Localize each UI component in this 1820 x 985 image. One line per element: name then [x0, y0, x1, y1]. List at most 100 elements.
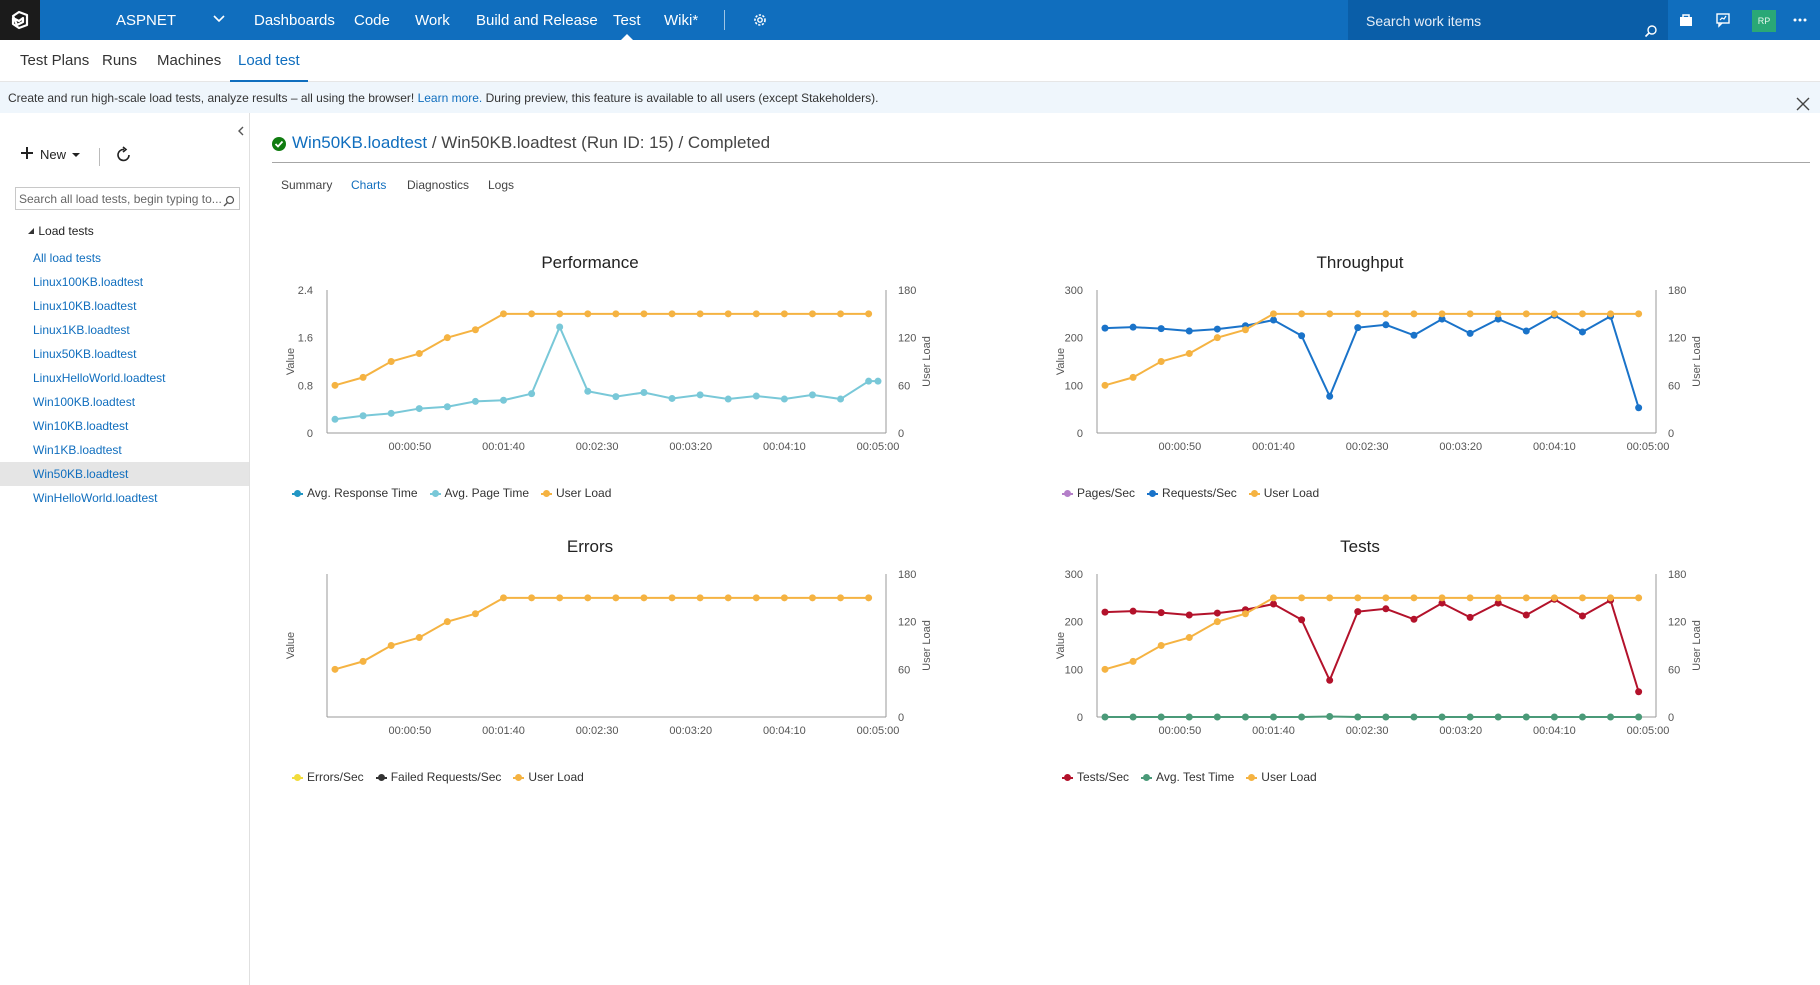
- avg-test-time-point: [1129, 713, 1137, 721]
- avg-page-time-point: [724, 395, 732, 403]
- legend-item-failed-requests-sec[interactable]: Failed Requests/Sec: [375, 770, 501, 784]
- tests-sec-point: [1522, 611, 1530, 619]
- user-load-point: [1101, 381, 1109, 389]
- legend-item-avg-response-time[interactable]: Avg. Response Time: [292, 486, 418, 500]
- tab-logs[interactable]: Logs: [488, 178, 514, 192]
- nav-dashboards[interactable]: Dashboards: [254, 0, 335, 40]
- user-load-point: [1494, 310, 1502, 318]
- legend-item-user-load[interactable]: User Load: [1246, 770, 1317, 784]
- throughput-chart-svg: Throughput 0 100 200 300 0 60 120 180 Value User L…: [1055, 253, 1703, 453]
- x-tick-label: 00:00:50: [1158, 725, 1201, 737]
- plus-icon: [20, 146, 34, 163]
- subnav-runs[interactable]: Runs: [102, 52, 137, 69]
- banner-text-start: Create and run high-scale load tests, an…: [8, 91, 418, 105]
- tree-item[interactable]: Win100KB.loadtest: [0, 390, 249, 414]
- tree-header-load-tests[interactable]: Load tests: [27, 224, 94, 238]
- avg-page-time-point: [668, 394, 676, 402]
- feedback-icon[interactable]: [1715, 12, 1731, 33]
- avg-page-time-point: [500, 396, 508, 404]
- tree-item[interactable]: Win1KB.loadtest: [0, 438, 249, 462]
- avg-page-time-point: [612, 393, 620, 401]
- new-button[interactable]: New: [20, 146, 81, 163]
- tree-item[interactable]: WinHelloWorld.loadtest: [0, 486, 249, 510]
- user-load-point: [584, 310, 592, 318]
- requests-sec-point: [1410, 331, 1418, 339]
- legend-label: User Load: [1263, 486, 1320, 500]
- y2-tick-label: 60: [898, 380, 910, 392]
- tests-sec-point: [1298, 616, 1306, 624]
- x-tick-label: 00:04:10: [763, 441, 806, 453]
- legend-item-user-load[interactable]: User Load: [513, 770, 584, 784]
- project-selector[interactable]: ASPNET: [40, 0, 240, 40]
- main-content: Win50KB.loadtest / Win50KB.loadtest (Run…: [250, 113, 1820, 985]
- tree-item-all-load-tests[interactable]: All load tests: [0, 246, 249, 270]
- legend-item-pages-sec[interactable]: Pages/Sec: [1062, 486, 1135, 500]
- tree-item[interactable]: Linux50KB.loadtest: [0, 342, 249, 366]
- tests-sec-point: [1270, 600, 1278, 608]
- nav-wiki[interactable]: Wiki*: [664, 0, 698, 40]
- legend-item-avg-test-time[interactable]: Avg. Test Time: [1141, 770, 1234, 784]
- search-icon[interactable]: [223, 192, 235, 214]
- tree-item[interactable]: LinuxHelloWorld.loadtest: [0, 366, 249, 390]
- user-load-point: [865, 310, 873, 318]
- y-tick-label: 300: [1065, 285, 1083, 297]
- nav-build-and-release[interactable]: Build and Release: [476, 0, 598, 40]
- user-load-point: [1578, 310, 1586, 318]
- tree-item[interactable]: Linux1KB.loadtest: [0, 318, 249, 342]
- load-test-link[interactable]: Win50KB.loadtest: [292, 133, 427, 153]
- nav-test[interactable]: Test: [613, 0, 641, 40]
- legend-item-tests-sec[interactable]: Tests/Sec: [1062, 770, 1129, 784]
- search-placeholder: Search work items: [1366, 13, 1482, 29]
- user-load-point: [837, 310, 845, 318]
- chart-legend: Errors/Sec Failed Requests/Sec User Load: [292, 770, 584, 784]
- tree-item[interactable]: Linux10KB.loadtest: [0, 294, 249, 318]
- tab-diagnostics[interactable]: Diagnostics: [407, 178, 469, 192]
- search-work-items-input[interactable]: Search work items: [1348, 0, 1668, 40]
- legend-item-user-load[interactable]: User Load: [1248, 486, 1320, 500]
- marketplace-bag-icon[interactable]: [1678, 12, 1694, 33]
- refresh-icon[interactable]: [115, 146, 133, 169]
- x-tick-label: 00:04:10: [1533, 441, 1576, 453]
- avg-page-time-point: [556, 323, 564, 331]
- x-tick-label: 00:01:40: [482, 725, 525, 737]
- tab-charts[interactable]: Charts: [351, 178, 386, 192]
- tree-item[interactable]: Win10KB.loadtest: [0, 414, 249, 438]
- load-tests-search-input[interactable]: Search all load tests, begin typing to..…: [15, 187, 240, 210]
- legend-item-avg-page-time[interactable]: Avg. Page Time: [429, 486, 529, 500]
- x-tick-label: 00:00:50: [388, 725, 431, 737]
- subnav-machines[interactable]: Machines: [157, 52, 221, 69]
- subnav-load-test[interactable]: Load test: [230, 52, 308, 82]
- toolbar-divider: [99, 148, 100, 166]
- nav-work[interactable]: Work: [415, 0, 450, 40]
- tree-item-selected[interactable]: Win50KB.loadtest: [0, 462, 249, 486]
- more-options-icon[interactable]: [1792, 12, 1808, 33]
- avatar[interactable]: RP: [1752, 10, 1776, 32]
- user-load-point: [1213, 334, 1221, 342]
- learn-more-link[interactable]: Learn more.: [418, 91, 483, 105]
- avg-page-time-point: [640, 388, 648, 396]
- y2-tick-label: 180: [1668, 285, 1686, 297]
- y2-tick-label: 0: [898, 428, 904, 440]
- tests-sec-point: [1578, 612, 1586, 620]
- subnav-test-plans[interactable]: Test Plans: [20, 52, 89, 69]
- gear-icon[interactable]: [752, 12, 768, 33]
- legend-item-user-load[interactable]: User Load: [541, 486, 611, 500]
- user-load-point: [1326, 594, 1334, 602]
- nav-code[interactable]: Code: [354, 0, 390, 40]
- tab-summary[interactable]: Summary: [281, 178, 332, 192]
- tests-sec-line: [1104, 598, 1640, 693]
- collapse-panel-icon[interactable]: [236, 123, 246, 141]
- user-load-point: [387, 358, 395, 365]
- tree-item[interactable]: Linux100KB.loadtest: [0, 270, 249, 294]
- x-tick-label: 00:01:40: [1252, 441, 1295, 453]
- azure-devops-logo-icon[interactable]: [0, 0, 40, 40]
- legend-item-requests-sec[interactable]: Requests/Sec: [1147, 486, 1237, 500]
- user-load-point: [612, 594, 620, 602]
- user-load-point: [1270, 594, 1278, 602]
- legend-item-errors-sec[interactable]: Errors/Sec: [292, 770, 364, 784]
- y-axis-title: Value: [1055, 632, 1067, 659]
- y-tick-label: 2.4: [298, 285, 313, 297]
- chart-throughput: Throughput 0 100 200 300 0 60 120 180 Value User L…: [1050, 250, 1790, 510]
- requests-sec-point: [1298, 332, 1306, 340]
- user-load-point: [1326, 310, 1334, 318]
